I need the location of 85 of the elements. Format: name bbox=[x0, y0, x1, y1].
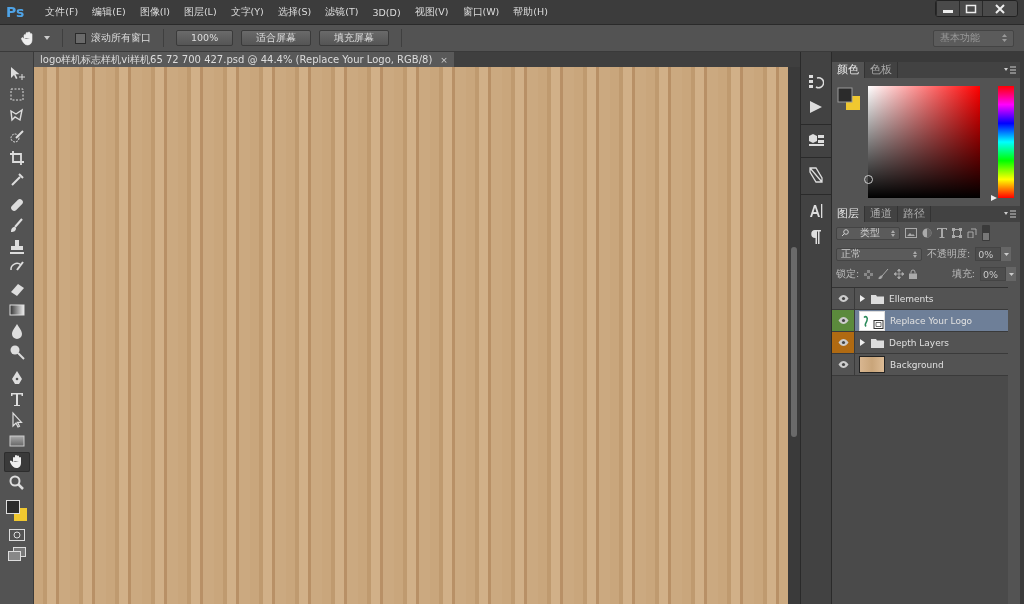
image-filter-icon[interactable] bbox=[905, 228, 917, 238]
opacity-field[interactable]: 0% bbox=[975, 247, 1002, 261]
filter-dropdown[interactable]: 类型 bbox=[836, 226, 900, 240]
panel-tab[interactable]: 图层 bbox=[832, 206, 865, 222]
caret-icon[interactable] bbox=[1003, 252, 1009, 256]
adjustment-filter-icon[interactable] bbox=[922, 228, 932, 238]
paragraph-icon[interactable] bbox=[810, 229, 822, 245]
scrollbar-thumb[interactable] bbox=[791, 247, 797, 437]
color-swatches-drawing bbox=[4, 499, 29, 523]
layer-row[interactable]: Ellements bbox=[832, 288, 1008, 310]
expand-arrow-icon[interactable] bbox=[859, 339, 866, 346]
quick-mask-icon[interactable] bbox=[8, 529, 25, 541]
menu-item[interactable]: 视图(V) bbox=[407, 3, 456, 21]
search-icon bbox=[841, 229, 849, 237]
document-tab[interactable]: logo样机标志样机vi样机65 72 700 427.psd @ 44.4% (Replace Your Logo, RGB/8) × bbox=[34, 52, 454, 67]
panel-menu-icon[interactable] bbox=[1004, 66, 1016, 74]
updown-arrow-icon bbox=[891, 229, 895, 237]
color-swatches-drawing bbox=[836, 86, 862, 112]
brush-presets-icon[interactable] bbox=[808, 166, 824, 184]
menu-item[interactable]: 帮助(H) bbox=[506, 3, 555, 21]
menu-item[interactable]: 文字(Y) bbox=[223, 3, 271, 21]
filter-toggle-icon[interactable] bbox=[982, 225, 990, 241]
caret-icon[interactable] bbox=[44, 36, 50, 40]
smart-object-filter-icon[interactable] bbox=[967, 228, 977, 238]
layer-name[interactable]: Ellements bbox=[889, 293, 934, 304]
menu-item[interactable]: 图像(I) bbox=[132, 3, 177, 21]
menu-item[interactable]: 滤镜(T) bbox=[318, 3, 366, 21]
lock-label: 锁定: bbox=[836, 267, 860, 281]
type-filter-icon[interactable] bbox=[937, 228, 947, 238]
eye-icon[interactable] bbox=[837, 295, 849, 302]
caret-icon[interactable] bbox=[1008, 272, 1014, 276]
blend-mode-dropdown[interactable]: 正常 bbox=[836, 247, 922, 261]
lock-brush-icon[interactable] bbox=[878, 269, 890, 279]
layer-name[interactable]: Depth Layers bbox=[889, 337, 950, 348]
menu-item[interactable]: 编辑(E) bbox=[85, 3, 133, 21]
menu-item[interactable]: 文件(F) bbox=[38, 3, 86, 21]
minimize-icon[interactable] bbox=[936, 1, 959, 16]
fill-field[interactable]: 0% bbox=[980, 267, 1006, 281]
properties-icon[interactable] bbox=[807, 133, 825, 147]
panel-menu-icon[interactable] bbox=[1004, 210, 1016, 218]
zoom-option-button[interactable]: 100% bbox=[176, 30, 234, 46]
lock-position-icon[interactable] bbox=[894, 269, 905, 279]
eye-icon[interactable] bbox=[837, 361, 849, 368]
hand-icon[interactable] bbox=[20, 30, 36, 46]
checkbox-icon[interactable] bbox=[75, 32, 86, 44]
opacity-label: 不透明度: bbox=[927, 247, 971, 261]
screen-mode-icon[interactable] bbox=[7, 547, 26, 561]
menu-item[interactable]: 图层(L) bbox=[176, 3, 224, 21]
layer-row[interactable]: Background bbox=[832, 354, 1008, 376]
lock-all-icon[interactable] bbox=[909, 269, 918, 279]
layer-name[interactable]: Replace Your Logo bbox=[890, 315, 973, 326]
layer-name[interactable]: Background bbox=[890, 359, 944, 370]
panel-tab[interactable]: 色板 bbox=[865, 62, 898, 78]
panel-tab[interactable]: 通道 bbox=[865, 206, 898, 222]
updown-arrow-icon bbox=[913, 250, 917, 258]
close-tab-button[interactable]: × bbox=[440, 54, 448, 65]
layer-row[interactable]: Replace Your Logo bbox=[832, 310, 1008, 332]
shape-filter-icon[interactable] bbox=[952, 228, 962, 238]
folder-icon bbox=[871, 293, 884, 304]
zoom-option-button[interactable]: 填充屏幕 bbox=[319, 30, 390, 46]
updown-arrow-icon bbox=[1002, 34, 1007, 42]
menu-item[interactable]: 3D(D) bbox=[365, 4, 408, 20]
panel-tab[interactable]: 颜色 bbox=[832, 62, 865, 78]
panel-tab[interactable]: 路径 bbox=[898, 206, 931, 222]
layer-row[interactable]: Depth Layers bbox=[832, 332, 1008, 354]
scroll-all-checkbox[interactable]: 滚动所有窗口 bbox=[75, 31, 151, 45]
zoom-option-button[interactable]: 适合屏幕 bbox=[241, 30, 312, 46]
color-field[interactable] bbox=[868, 86, 980, 198]
hue-slider-thumb[interactable] bbox=[991, 195, 997, 201]
character-icon[interactable] bbox=[809, 203, 823, 219]
fill-label: 填充: bbox=[951, 267, 975, 281]
app-logo: Ps bbox=[6, 4, 25, 20]
play-icon[interactable] bbox=[809, 100, 823, 114]
eye-icon[interactable] bbox=[837, 339, 849, 346]
history-icon[interactable] bbox=[808, 74, 824, 90]
layer-thumbnail bbox=[859, 356, 885, 373]
menu-item[interactable]: 窗口(W) bbox=[455, 3, 507, 21]
maximize-icon[interactable] bbox=[959, 1, 982, 16]
menu-item[interactable]: 选择(S) bbox=[270, 3, 319, 21]
expand-arrow-icon[interactable] bbox=[859, 295, 866, 302]
folder-icon bbox=[871, 337, 884, 348]
close-icon[interactable] bbox=[982, 1, 1017, 16]
layer-thumbnail bbox=[859, 310, 885, 331]
eye-icon[interactable] bbox=[837, 317, 849, 324]
hand-tool-icon[interactable] bbox=[3, 452, 30, 472]
